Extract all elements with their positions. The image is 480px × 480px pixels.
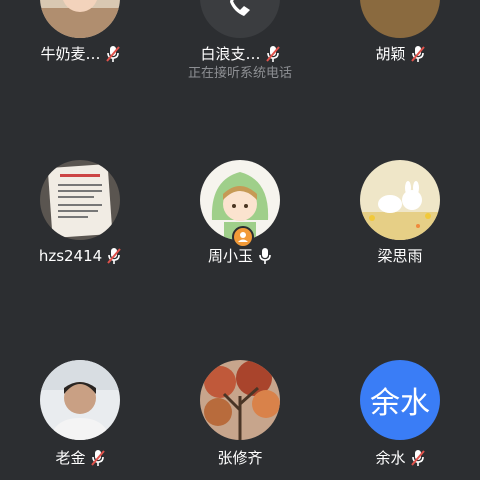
participant-tile-7[interactable]: 老金 xyxy=(0,360,160,480)
avatar xyxy=(360,0,440,38)
participant-name-row: hzs2414 xyxy=(0,246,160,266)
participant-tile-5[interactable]: 周小玉 xyxy=(160,160,320,270)
mic-muted-icon xyxy=(410,45,425,63)
avatar xyxy=(40,0,120,38)
participant-name: 余水 xyxy=(375,449,406,467)
participant-name-row: 张修齐 xyxy=(160,448,320,468)
participant-tile-9[interactable]: 余水 余水 xyxy=(320,360,480,480)
participant-name: 胡颖 xyxy=(375,45,406,63)
participant-name-row: 老金 xyxy=(0,448,160,468)
mic-on-icon xyxy=(258,247,272,265)
participant-tile-8[interactable]: 张修齐 xyxy=(160,360,320,480)
participant-name: 梁思雨 xyxy=(377,247,423,265)
participant-tile-2[interactable]: 白浪支… 正在接听系统电话 xyxy=(160,0,320,100)
avatar xyxy=(200,360,280,440)
participant-tile-3[interactable]: 胡颖 xyxy=(320,0,480,100)
participant-name-row: 梁思雨 xyxy=(320,246,480,266)
mic-muted-icon xyxy=(265,45,280,63)
participant-name-row: 白浪支… xyxy=(160,44,320,64)
avatar xyxy=(200,0,280,38)
avatar xyxy=(40,160,120,240)
text-avatar: 余水 xyxy=(360,360,440,440)
host-badge-icon xyxy=(232,226,254,248)
mic-muted-icon xyxy=(90,449,105,467)
participant-tile-6[interactable]: 梁思雨 xyxy=(320,160,480,270)
call-status-text: 正在接听系统电话 xyxy=(187,66,292,81)
mic-muted-icon xyxy=(105,45,120,63)
participant-name: 张修齐 xyxy=(217,449,263,467)
participant-tile-1[interactable]: 牛奶麦… xyxy=(0,0,160,100)
participant-name: 白浪支… xyxy=(200,45,261,63)
participant-name: 牛奶麦… xyxy=(40,45,101,63)
participant-name-row: 牛奶麦… xyxy=(0,44,160,64)
participant-name: 周小玉 xyxy=(207,247,253,265)
mic-muted-icon xyxy=(107,247,121,265)
mic-muted-icon xyxy=(410,449,425,467)
participant-name-row: 余水 xyxy=(320,448,480,468)
participant-name-row: 周小玉 xyxy=(160,246,320,266)
avatar xyxy=(360,160,440,240)
participant-name: hzs2414 xyxy=(38,247,103,265)
participant-name-row: 胡颖 xyxy=(320,44,480,64)
participant-tile-4[interactable]: hzs2414 xyxy=(0,160,160,270)
participant-name: 老金 xyxy=(55,449,86,467)
avatar: 余水 xyxy=(360,360,440,440)
avatar xyxy=(40,360,120,440)
